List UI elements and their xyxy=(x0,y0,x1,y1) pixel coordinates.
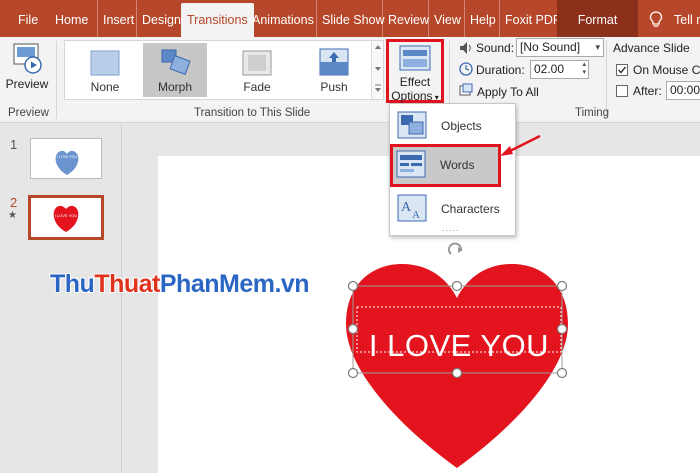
words-icon xyxy=(396,150,426,178)
transition-star-icon: ★ xyxy=(8,210,17,221)
characters-icon: A A xyxy=(397,194,427,222)
checkmark-icon xyxy=(618,66,627,74)
tab-design[interactable]: Design xyxy=(136,0,181,37)
tab-file[interactable]: File xyxy=(18,0,38,37)
transition-morph-label: Morph xyxy=(157,80,192,94)
menu-item-characters-label: Characters xyxy=(441,202,500,216)
fade-transition-icon xyxy=(242,50,272,76)
sound-label: Sound: xyxy=(476,41,515,55)
speaker-icon xyxy=(460,42,471,54)
clock-icon xyxy=(459,62,473,76)
after-time-input[interactable]: 00:00. xyxy=(666,81,700,100)
transition-none[interactable]: None xyxy=(73,43,137,97)
tab-foxit-pdf[interactable]: Foxit PDF xyxy=(499,0,561,37)
svg-text:A: A xyxy=(412,209,420,221)
tell-me-search[interactable]: Tell m xyxy=(674,0,700,37)
heart-text[interactable]: I LOVE YOU xyxy=(357,328,561,364)
on-mouse-click-label: On Mouse Cli xyxy=(633,63,700,77)
slide-1-thumb-text: I LOVE YOU xyxy=(57,155,77,159)
tab-slide-show[interactable]: Slide Show xyxy=(316,0,385,37)
watermark: ThuThuatPhanMem.vn xyxy=(50,270,310,299)
preview-icon xyxy=(13,43,42,74)
menu-item-characters[interactable]: A A Characters xyxy=(392,189,513,227)
none-transition-icon xyxy=(90,50,120,76)
slide-thumbnail-2[interactable]: I LOVE YOU xyxy=(28,195,104,240)
after-checkbox[interactable] xyxy=(616,85,628,97)
tab-help[interactable]: Help xyxy=(464,0,496,37)
ribbon-tab-bar: File Home Insert Design Transitions Anim… xyxy=(0,0,700,40)
menu-resize-grip[interactable]: ..... xyxy=(442,223,460,233)
slide-thumbnail-1[interactable]: I LOVE YOU xyxy=(30,138,102,179)
rotate-handle-icon[interactable] xyxy=(448,242,463,255)
effect-options-menu: Objects Words A A Characters ..... xyxy=(389,103,516,236)
transition-push[interactable]: Push xyxy=(302,43,366,97)
effect-options-line2: Options xyxy=(391,89,433,103)
tab-format[interactable]: Format xyxy=(557,0,638,37)
ribbon: Preview Preview None Morph Fade Push Tra… xyxy=(0,37,700,123)
watermark-part1: Thu xyxy=(50,270,95,298)
transition-push-label: Push xyxy=(320,80,348,94)
watermark-part3: PhanMem.vn xyxy=(159,270,310,298)
transition-none-label: None xyxy=(90,80,120,94)
chevron-down-icon: ▾ xyxy=(432,93,439,102)
advance-slide-heading: Advance Slide xyxy=(613,41,690,55)
morph-transition-icon xyxy=(161,49,191,75)
effect-options-button[interactable]: Effect Options ▾ xyxy=(386,39,444,103)
transition-fade-label: Fade xyxy=(243,80,271,94)
menu-item-words-label: Words xyxy=(440,158,475,172)
tab-animations[interactable]: Animations xyxy=(252,0,314,37)
gallery-scrollbar[interactable] xyxy=(371,41,383,99)
slide-number-2: 2 xyxy=(10,195,18,210)
on-mouse-click-checkbox[interactable] xyxy=(616,64,628,76)
heart-thumbnail-icon xyxy=(55,150,79,175)
svg-text:A: A xyxy=(401,200,412,215)
apply-to-all-button[interactable]: Apply To All xyxy=(477,85,539,99)
apply-all-icon xyxy=(459,83,473,96)
duration-spinner[interactable]: 02.00 ▴ ▾ xyxy=(530,60,589,79)
group-divider xyxy=(56,41,57,119)
tab-view[interactable]: View xyxy=(428,0,461,37)
slide-2-thumb-text: I LOVE YOU xyxy=(54,213,78,218)
effect-options-label: Effect Options ▾ xyxy=(389,75,441,105)
preview-button[interactable]: Preview xyxy=(4,41,50,103)
chevron-down-icon: ▾ xyxy=(595,42,600,52)
menu-item-objects[interactable]: Objects xyxy=(392,106,513,144)
sound-value: [No Sound] xyxy=(520,40,581,54)
objects-icon xyxy=(397,111,427,139)
push-transition-icon xyxy=(319,48,349,76)
transition-group-label: Transition to This Slide xyxy=(194,107,311,119)
effect-options-line1: Effect xyxy=(399,75,431,89)
duration-value: 02.00 xyxy=(534,62,565,76)
tab-home[interactable]: Home xyxy=(55,0,88,37)
annotation-arrow-icon xyxy=(500,134,541,156)
spinner-arrows-icon[interactable]: ▴ ▾ xyxy=(582,61,586,77)
transition-fade[interactable]: Fade xyxy=(225,43,289,97)
preview-label: Preview xyxy=(5,77,49,91)
tab-transitions[interactable]: Transitions xyxy=(181,3,254,40)
preview-group-label: Preview xyxy=(8,107,49,119)
sound-dropdown[interactable]: [No Sound] ▾ xyxy=(516,38,604,57)
after-label: After: xyxy=(633,84,662,98)
transition-gallery: None Morph Fade Push xyxy=(64,40,384,100)
watermark-part2: Thuat xyxy=(94,270,160,298)
menu-item-objects-label: Objects xyxy=(441,119,482,133)
effect-options-icon xyxy=(399,45,431,71)
timing-group-label: Timing xyxy=(575,107,610,119)
duration-label: Duration: xyxy=(476,63,525,77)
menu-item-words[interactable]: Words xyxy=(390,144,501,187)
transition-morph[interactable]: Morph xyxy=(143,43,207,97)
lightbulb-icon[interactable] xyxy=(649,11,663,28)
tab-insert[interactable]: Insert xyxy=(97,0,134,37)
tab-review[interactable]: Review xyxy=(382,0,429,37)
gallery-scroll-arrows-icon xyxy=(375,45,381,92)
slide-number-1: 1 xyxy=(10,137,18,152)
